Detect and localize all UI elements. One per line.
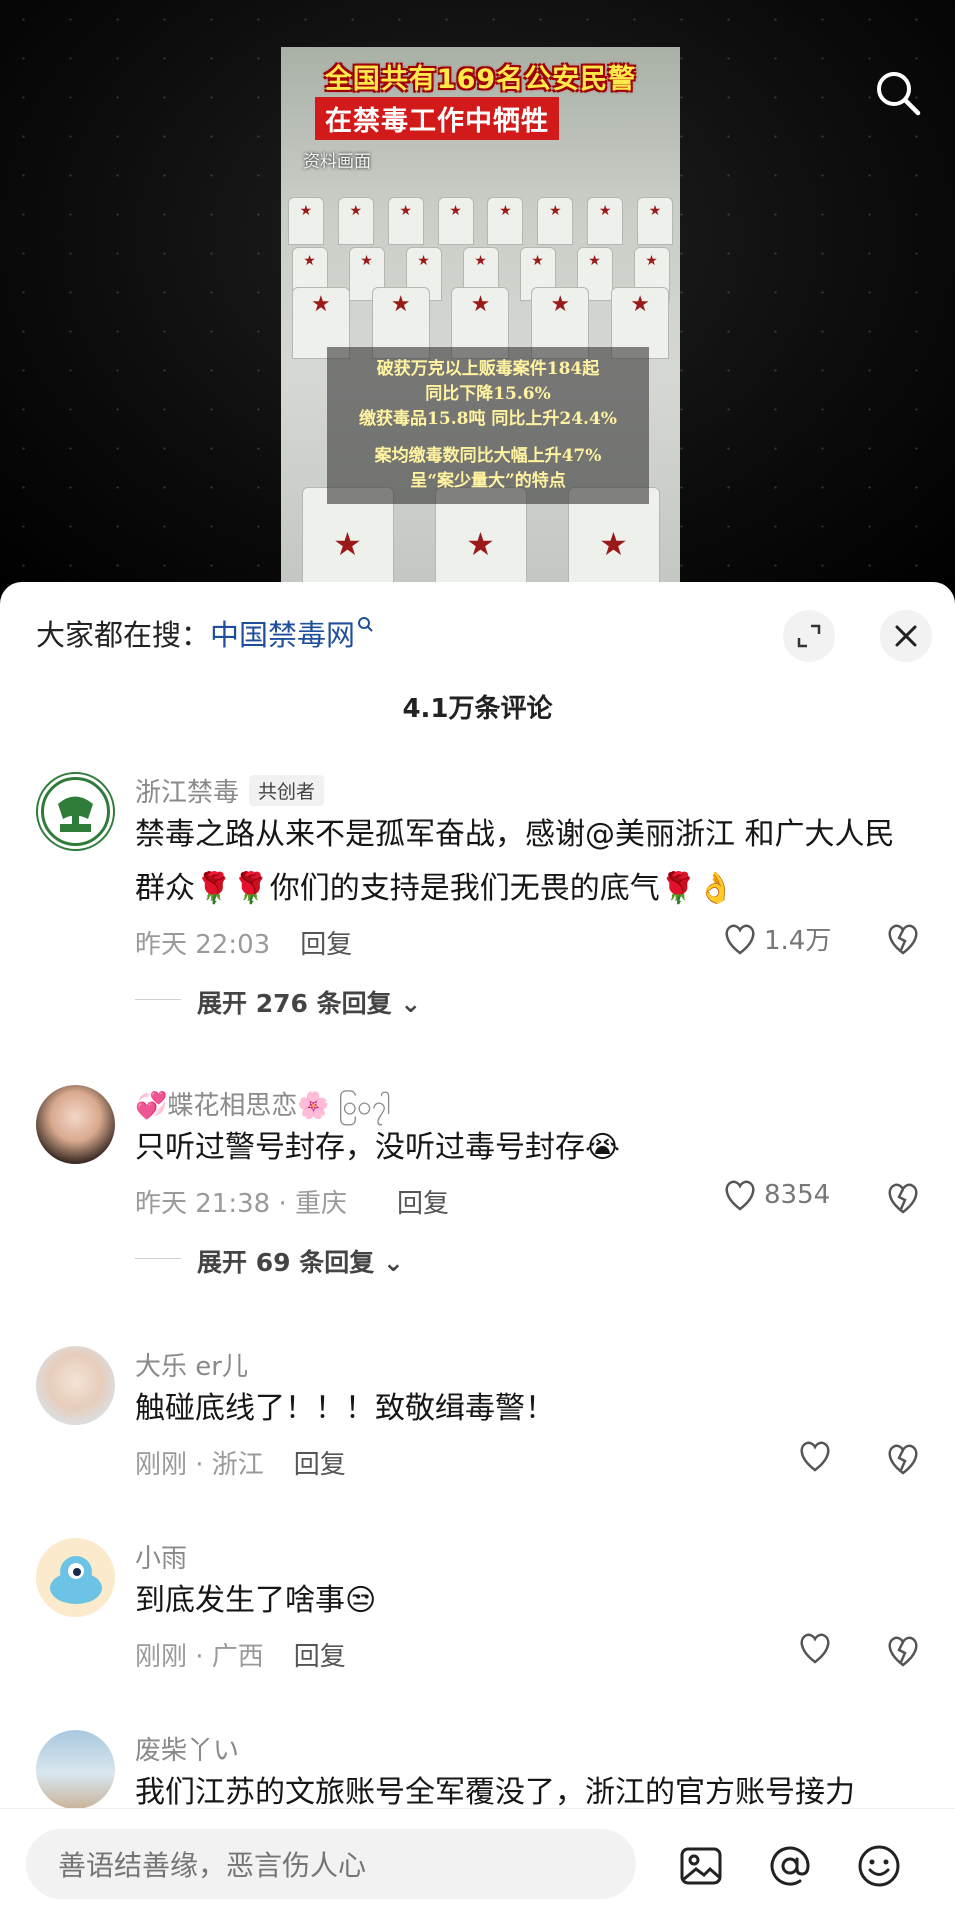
comment-count: 4.1万条评论 [402,694,553,724]
comment-meta: 昨天 21:38 · 重庆 回复 [135,1183,449,1220]
video-title-line2: 在禁毒工作中牺牲 [315,97,559,140]
search-icon[interactable] [873,68,923,118]
comment-username[interactable]: 大乐 er儿 [135,1346,248,1383]
like-count: 1.4万 [764,926,832,956]
hot-search-prefix: 大家都在搜： [36,618,211,652]
cartoon-avatar-icon [50,1556,102,1604]
video-stat-line: 案均缴毒数同比大幅上升47% [374,446,602,466]
comment-username[interactable]: 废柴丫い [135,1730,239,1767]
expand-icon [797,624,821,648]
broken-heart-icon[interactable] [885,1634,921,1668]
comment-sheet: 大家都在搜：中国禁毒网 4.1万条评论 浙江禁毒 共创者 禁毒之路从来不是孤军奋战… [0,582,955,1911]
comment-input-container[interactable] [26,1829,636,1901]
comment-time: 刚刚 · 广西 [135,1642,264,1672]
comment-text: 到底发生了啥事😒 [135,1583,377,1618]
comment-input[interactable] [56,1829,620,1901]
heart-icon [725,1180,755,1211]
expand-button[interactable] [783,610,835,662]
expand-replies[interactable]: 展开 276 条回复 ⌄ [135,984,421,1020]
video-stats-box: 破获万克以上贩毒案件184起 同比下降15.6% 缴获毒品15.8吨 同比上升2… [327,347,649,504]
heart-icon [800,1633,830,1664]
comment-meta: 刚刚 · 广西 回复 [135,1636,346,1673]
emoji-icon[interactable] [856,1843,902,1889]
hot-search[interactable]: 大家都在搜：中国禁毒网 [36,612,373,654]
comment-input-bar [0,1808,955,1912]
reply-button[interactable]: 回复 [294,1450,346,1480]
reply-button[interactable]: 回复 [397,1189,449,1219]
like-button[interactable] [797,1440,839,1472]
reply-button[interactable]: 回复 [300,930,352,960]
avatar[interactable] [36,1538,115,1617]
like-button[interactable] [797,1632,839,1664]
comment-time: 刚刚 · 浙江 [135,1450,264,1480]
comment-time: 昨天 21:38 · 重庆 [135,1189,347,1219]
video-source-note: 资料画面 [303,152,371,172]
close-button[interactable] [880,610,932,662]
video-stat-line: 呈“案少量大”的特点 [410,471,566,491]
broken-heart-icon[interactable] [885,922,921,956]
close-icon [895,625,917,647]
anti-drug-logo-icon [41,777,110,846]
comment-meta: 昨天 22:03 回复 [135,924,352,961]
video-stat-line: 破获万克以上贩毒案件184起 [376,359,600,379]
comment-text: 触碰底线了！！！致敬缉毒警！ [135,1391,555,1426]
avatar[interactable] [36,1346,115,1425]
like-button[interactable]: 8354 [722,1179,830,1211]
reply-button[interactable]: 回复 [294,1642,346,1672]
comment-text: 只听过警号封存，没听过毒号封存😭 [135,1130,621,1165]
broken-heart-icon[interactable] [885,1442,921,1476]
comment-meta: 刚刚 · 浙江 回复 [135,1444,346,1481]
heart-icon [725,924,755,955]
video-player[interactable]: ★ ★ ★ ★ ★ ★ ★ ★ ★ ★ ★ ★ ★ ★ ★ ★ ★ ★ ★ ★ ★ ★ ★ 全国共有169名公安民警 … [0,0,955,590]
avatar[interactable] [36,1085,115,1164]
comment-username[interactable]: 小雨 [135,1538,187,1575]
hot-search-keyword[interactable]: 中国禁毒网 [210,618,355,652]
mini-search-icon [358,617,373,632]
like-button[interactable]: 1.4万 [722,920,831,957]
expand-replies[interactable]: 展开 69 条回复 ⌄ [135,1243,404,1279]
broken-heart-icon[interactable] [885,1181,921,1215]
comment-username[interactable]: 浙江禁毒 共创者 [135,772,325,809]
heart-icon [800,1441,830,1472]
avatar[interactable] [36,772,115,851]
video-stat-line: 缴获毒品15.8吨 同比上升24.4% [359,409,617,429]
like-count: 8354 [764,1180,831,1210]
at-mention-icon[interactable] [767,1843,813,1889]
comment-time: 昨天 22:03 [135,930,271,960]
avatar[interactable] [36,1730,115,1809]
cocreator-tag: 共创者 [249,775,325,806]
video-stat-line: 同比下降15.6% [425,384,551,404]
comment-text: 禁毒之路从来不是孤军奋战，感谢@美丽浙江 和广大人民群众🌹🌹你们的支持是我们无畏… [135,817,895,906]
video-frame[interactable]: ★ ★ ★ ★ ★ ★ ★ ★ ★ ★ ★ ★ ★ ★ ★ ★ ★ ★ ★ ★ ★ ★ ★ 全国共有169名公安民警 … [281,47,680,590]
video-title-line1: 全国共有169名公安民警 [324,64,637,95]
image-icon[interactable] [678,1843,724,1889]
